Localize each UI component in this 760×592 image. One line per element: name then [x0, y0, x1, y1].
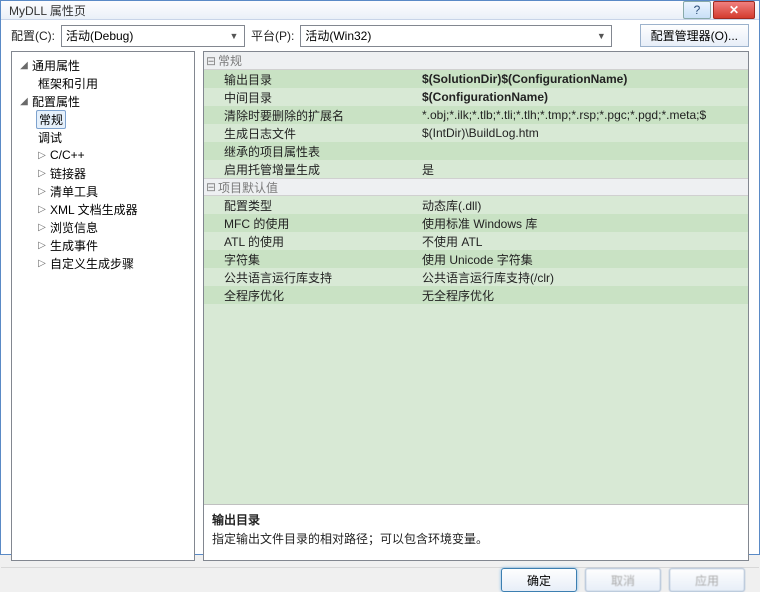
prop-row-cfg-type[interactable]: 配置类型动态库(.dll) [204, 196, 748, 214]
grid-empty-area [204, 304, 748, 504]
toolbar: 配置(C): 活动(Debug) ▼ 平台(P): 活动(Win32) ▼ 配置… [1, 20, 759, 51]
prop-row-clean-ext[interactable]: 清除时要删除的扩展名*.obj;*.ilk;*.tlb;*.tli;*.tlh;… [204, 106, 748, 124]
property-panel: ⊟常规 输出目录$(SolutionDir)$(ConfigurationNam… [203, 51, 749, 561]
window-buttons: ? ✕ [683, 1, 755, 19]
section-defaults[interactable]: ⊟项目默认值 [204, 178, 748, 196]
prop-row-inherited[interactable]: 继承的项目属性表 [204, 142, 748, 160]
prop-row-clr[interactable]: 公共语言运行库支持公共语言运行库支持(/clr) [204, 268, 748, 286]
cancel-button[interactable]: 取消 [585, 568, 661, 592]
section-general[interactable]: ⊟常规 [204, 52, 748, 70]
window-title: MyDLL 属性页 [5, 2, 683, 19]
dialog-footer: 确定 取消 应用 [1, 567, 759, 592]
tree-item-config-props[interactable]: ◢配置属性 [14, 92, 192, 110]
collapse-icon: ⊟ [204, 54, 218, 68]
tree-item-xml-doc[interactable]: ▷XML 文档生成器 [14, 200, 192, 218]
tree-item-common[interactable]: ◢通用属性 [14, 56, 192, 74]
config-combo[interactable]: 活动(Debug) ▼ [61, 25, 245, 47]
nav-tree[interactable]: ◢通用属性 框架和引用 ◢配置属性 常规 调试 ▷C/C++ ▷链接器 ▷清单工… [11, 51, 195, 561]
config-value: 活动(Debug) [66, 27, 133, 44]
tree-item-framework[interactable]: 框架和引用 [14, 74, 192, 92]
prop-row-wpo[interactable]: 全程序优化无全程序优化 [204, 286, 748, 304]
description-text: 指定输出文件目录的相对路径；可以包含环境变量。 [212, 530, 740, 547]
prop-row-mfc[interactable]: MFC 的使用使用标准 Windows 库 [204, 214, 748, 232]
close-icon: ✕ [729, 3, 739, 17]
prop-row-int-dir[interactable]: 中间目录$(ConfigurationName) [204, 88, 748, 106]
tree-item-general[interactable]: 常规 [14, 110, 192, 128]
help-button[interactable]: ? [683, 1, 711, 19]
prop-row-managed-inc[interactable]: 启用托管增量生成是 [204, 160, 748, 178]
collapse-icon: ◢ [18, 60, 30, 71]
apply-button[interactable]: 应用 [669, 568, 745, 592]
titlebar: MyDLL 属性页 ? ✕ [1, 1, 759, 20]
expand-icon: ▷ [36, 240, 48, 251]
tree-item-browse[interactable]: ▷浏览信息 [14, 218, 192, 236]
chevron-down-icon: ▼ [226, 28, 242, 44]
collapse-icon: ◢ [18, 96, 30, 107]
platform-combo[interactable]: 活动(Win32) ▼ [300, 25, 612, 47]
prop-row-build-log[interactable]: 生成日志文件$(IntDir)\BuildLog.htm [204, 124, 748, 142]
tree-item-cpp[interactable]: ▷C/C++ [14, 146, 192, 164]
tree-item-custom-build[interactable]: ▷自定义生成步骤 [14, 254, 192, 272]
expand-icon: ▷ [36, 258, 48, 269]
prop-row-atl[interactable]: ATL 的使用不使用 ATL [204, 232, 748, 250]
platform-label: 平台(P): [251, 27, 294, 44]
description-panel: 输出目录 指定输出文件目录的相对路径；可以包含环境变量。 [204, 504, 748, 560]
tree-item-debug[interactable]: 调试 [14, 128, 192, 146]
property-grid[interactable]: ⊟常规 输出目录$(SolutionDir)$(ConfigurationNam… [204, 52, 748, 504]
description-title: 输出目录 [212, 511, 740, 528]
expand-icon: ▷ [36, 204, 48, 215]
prop-row-charset[interactable]: 字符集使用 Unicode 字符集 [204, 250, 748, 268]
expand-icon: ▷ [36, 222, 48, 233]
config-label: 配置(C): [11, 27, 55, 44]
ok-button[interactable]: 确定 [501, 568, 577, 592]
chevron-down-icon: ▼ [593, 28, 609, 44]
close-button[interactable]: ✕ [713, 1, 755, 19]
expand-icon: ▷ [36, 150, 48, 161]
tree-item-linker[interactable]: ▷链接器 [14, 164, 192, 182]
platform-value: 活动(Win32) [305, 27, 371, 44]
property-dialog: MyDLL 属性页 ? ✕ 配置(C): 活动(Debug) ▼ 平台(P): … [0, 0, 760, 555]
collapse-icon: ⊟ [204, 180, 218, 194]
tree-item-manifest[interactable]: ▷清单工具 [14, 182, 192, 200]
dialog-body: ◢通用属性 框架和引用 ◢配置属性 常规 调试 ▷C/C++ ▷链接器 ▷清单工… [1, 51, 759, 567]
config-manager-button[interactable]: 配置管理器(O)... [640, 24, 749, 47]
expand-icon: ▷ [36, 168, 48, 179]
prop-row-out-dir[interactable]: 输出目录$(SolutionDir)$(ConfigurationName) [204, 70, 748, 88]
expand-icon: ▷ [36, 186, 48, 197]
tree-item-build-events[interactable]: ▷生成事件 [14, 236, 192, 254]
help-icon: ? [694, 3, 701, 17]
